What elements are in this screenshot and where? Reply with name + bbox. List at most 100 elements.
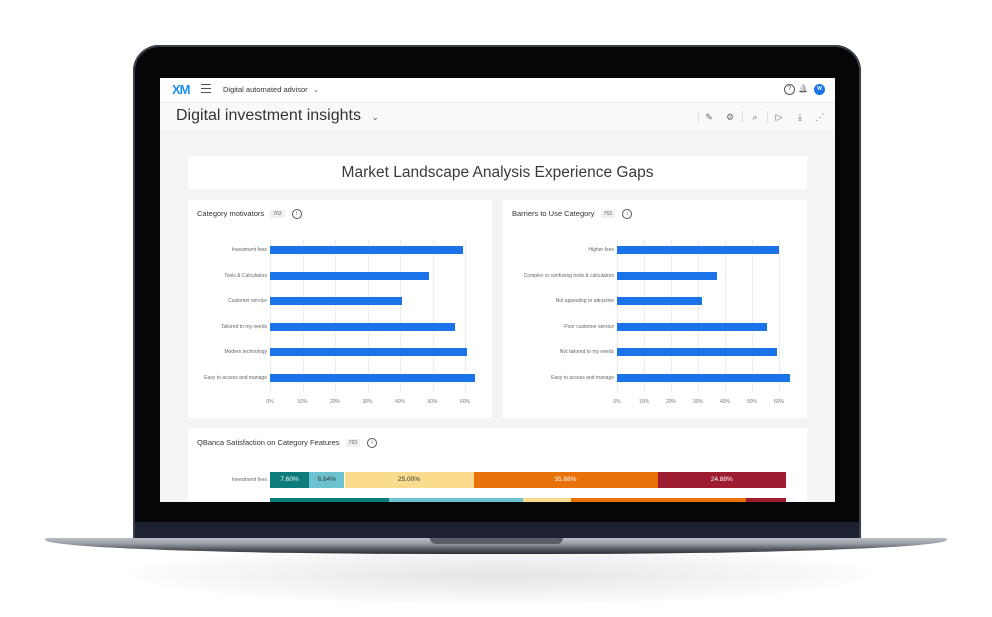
- app-screen: XM Digital automated advisor ⌄ ? 🔔 W Dig…: [160, 78, 835, 502]
- stacked-segment[interactable]: 22.57%: [270, 498, 389, 502]
- edit-icon[interactable]: ✎: [703, 111, 715, 123]
- category-label: Not appealing or attractive: [555, 298, 614, 304]
- bar[interactable]: [617, 348, 778, 356]
- gridline: [270, 240, 271, 391]
- stacked-segment[interactable]: 7.58%: [746, 498, 786, 502]
- stacked-segment[interactable]: 24.88%: [657, 472, 786, 488]
- x-tick-label: 60%: [459, 399, 471, 405]
- bar[interactable]: [617, 322, 767, 331]
- dashboard-title: Market Landscape Analysis Experience Gap…: [188, 156, 807, 189]
- category-label: Tailored to my needs: [220, 323, 267, 330]
- page-title: Digital investment insights: [176, 107, 361, 124]
- bar[interactable]: [617, 297, 702, 305]
- gridline: [752, 240, 753, 391]
- category-label: Modern technology: [224, 349, 267, 355]
- gridline: [400, 240, 401, 391]
- bar-chart-plot: 0% 10% 20% 30% 40% 50% 60% Higher fees Complex o…: [524, 240, 802, 412]
- toolbar-divider: [742, 111, 743, 123]
- bar[interactable]: [270, 297, 402, 305]
- count-badge: 763: [345, 439, 361, 448]
- inspect-icon[interactable]: ⌕: [749, 111, 761, 123]
- share-icon[interactable]: ⋰: [814, 111, 826, 123]
- toolbar-divider: [698, 111, 699, 123]
- chevron-down-icon: ⌄: [312, 85, 320, 94]
- play-icon[interactable]: ▷: [773, 111, 785, 123]
- x-tick-label: 40%: [394, 399, 406, 405]
- widget-qbanca-satisfaction[interactable]: QBanca Satisfaction on Category Features…: [188, 428, 807, 502]
- stacked-segment[interactable]: 25.00%: [344, 472, 474, 488]
- widget-barriers-to-use[interactable]: Barriers to Use Category 763 i 0% 10% 20% 3…: [503, 200, 807, 418]
- gridline: [367, 240, 369, 391]
- widget-title: QBanca Satisfaction on Category Features…: [197, 438, 378, 449]
- x-tick-label: 0%: [613, 399, 621, 405]
- toolbar-divider: [767, 111, 768, 123]
- x-tick-label: 10%: [297, 399, 308, 405]
- x-tick-label: 30%: [362, 399, 373, 405]
- user-avatar[interactable]: W: [814, 84, 825, 95]
- category-label: Complex or confusing tools & calculators: [523, 272, 614, 279]
- count-badge: 763: [600, 210, 615, 219]
- x-tick-label: 20%: [665, 399, 677, 405]
- stacked-segment[interactable]: 33.33%: [570, 498, 747, 502]
- dashboard-selector[interactable]: Digital investment insights ⌄: [176, 107, 379, 125]
- x-tick-label: 10%: [638, 399, 650, 405]
- stacked-segment[interactable]: 9.09%: [522, 498, 571, 502]
- x-tick-label: 50%: [746, 399, 758, 405]
- widget-category-motivators[interactable]: Category motivators 763 i 0% 10% 20% 30% 40%…: [188, 200, 492, 418]
- bar[interactable]: [270, 271, 429, 280]
- settings-icon[interactable]: ⚙: [724, 111, 736, 123]
- gridline: [698, 240, 699, 391]
- gridline: [432, 240, 434, 391]
- widget-title-text: Barriers to Use Category: [512, 209, 595, 218]
- bar[interactable]: [270, 373, 476, 382]
- gridline: [671, 240, 672, 391]
- category-label: Easy to access and manage: [551, 374, 614, 381]
- x-tick-label: 30%: [692, 399, 704, 405]
- bar[interactable]: [270, 348, 467, 356]
- stacked-segment[interactable]: 6.84%: [309, 472, 345, 488]
- project-name: Digital automated advisor: [223, 85, 308, 94]
- bell-icon[interactable]: 🔔: [797, 83, 809, 95]
- help-icon[interactable]: ?: [784, 84, 795, 95]
- info-icon[interactable]: i: [622, 209, 633, 220]
- top-navigation-bar: XM Digital automated advisor ⌄ ? 🔔 W: [160, 78, 835, 103]
- bar[interactable]: [617, 246, 780, 254]
- x-tick-label: 0%: [266, 399, 274, 405]
- gridline: [302, 240, 304, 391]
- bar[interactable]: [617, 373, 790, 382]
- gridline: [644, 240, 645, 391]
- xm-logo[interactable]: XM: [172, 82, 190, 97]
- stacked-bar-plot: Investment fees 7.60% 6.84% 25.00% 35.68% 24.…: [188, 468, 807, 502]
- info-icon[interactable]: i: [367, 438, 378, 449]
- laptop-notch: [430, 538, 563, 544]
- bar[interactable]: [617, 271, 718, 280]
- stacked-segment[interactable]: 7.60%: [270, 472, 310, 488]
- category-label: Poor customer service: [564, 323, 614, 330]
- widget-title: Barriers to Use Category 763 i: [512, 209, 633, 220]
- gridline: [617, 240, 618, 391]
- widget-title-text: QBanca Satisfaction on Category Features: [197, 438, 340, 447]
- bar[interactable]: [270, 322, 455, 331]
- x-tick-label: 20%: [329, 399, 341, 405]
- category-label: Easy to access and manage: [204, 374, 267, 381]
- menu-icon[interactable]: [201, 84, 211, 93]
- category-label: Customer service: [228, 298, 267, 304]
- category-label: Higher fees: [588, 247, 614, 253]
- x-tick-label: 50%: [427, 399, 438, 405]
- info-icon[interactable]: i: [291, 209, 302, 220]
- category-label: Not tailored to my needs: [559, 349, 614, 355]
- category-label: Investment fees: [231, 477, 267, 483]
- chevron-down-icon: ⌄: [371, 112, 379, 122]
- download-icon[interactable]: ⤓: [794, 111, 806, 123]
- bar[interactable]: [270, 246, 463, 254]
- widget-title: Category motivators 763 i: [197, 209, 302, 220]
- x-tick-label: 60%: [773, 399, 785, 405]
- count-badge: 763: [270, 210, 285, 219]
- stacked-segment[interactable]: 35.68%: [473, 472, 658, 488]
- stacked-segment[interactable]: 25.40%: [388, 498, 523, 502]
- x-tick-label: 40%: [719, 399, 731, 405]
- gridline: [335, 240, 336, 391]
- gridline: [465, 240, 466, 391]
- page-header: Digital investment insights ⌄ ✎ ⚙ ⌕ ▷ ⤓ …: [160, 103, 835, 131]
- project-selector[interactable]: Digital automated advisor ⌄: [223, 85, 319, 94]
